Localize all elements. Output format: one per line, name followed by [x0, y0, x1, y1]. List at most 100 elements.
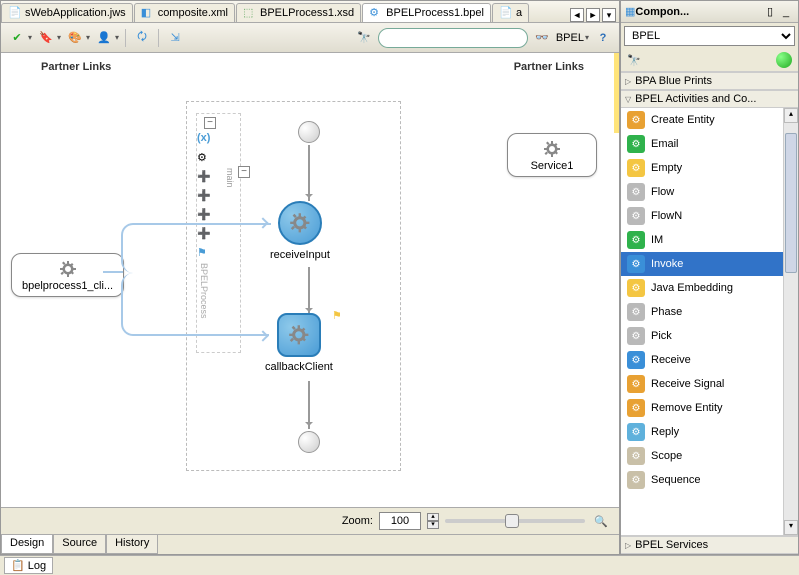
- gear-icon: [288, 324, 310, 346]
- zoom-fit-button[interactable]: 🔍: [591, 511, 611, 531]
- zoom-slider[interactable]: [445, 519, 585, 523]
- palette-item-label: Phase: [651, 306, 682, 318]
- tab-composite[interactable]: ◧composite.xml: [134, 3, 235, 22]
- palette-item-label: Receive Signal: [651, 378, 724, 390]
- activity-icon: ⚙: [627, 183, 645, 201]
- zoom-up-button[interactable]: ▴: [427, 513, 439, 521]
- palette-item-label: Invoke: [651, 258, 683, 270]
- deploy-button[interactable]: ⇲: [165, 28, 185, 48]
- palette-item[interactable]: ⚙IM: [621, 228, 783, 252]
- section-activities[interactable]: ▽BPEL Activities and Co...: [621, 90, 798, 108]
- palette-item[interactable]: ⚙Email: [621, 132, 783, 156]
- palette-item[interactable]: ⚙Reply: [621, 420, 783, 444]
- palette-item[interactable]: ⚙ Java Embedding: [621, 276, 783, 300]
- flag-icon: ⚑: [331, 309, 343, 323]
- palette-item[interactable]: ⚙FlowN: [621, 204, 783, 228]
- tab-design[interactable]: Design: [1, 535, 53, 554]
- section-services[interactable]: ▷BPEL Services: [621, 536, 798, 554]
- user-button[interactable]: 👤: [94, 28, 114, 48]
- zoom-down-button[interactable]: ▾: [427, 521, 439, 529]
- partner-wire: [103, 271, 123, 273]
- activity-icon: ⚙: [627, 159, 645, 177]
- partner-links-right-header: Partner Links: [514, 61, 584, 73]
- palette-item[interactable]: ⚙Scope: [621, 444, 783, 468]
- palette-item[interactable]: ⚙Sequence: [621, 468, 783, 492]
- sequence-arrow: [308, 267, 310, 315]
- zoom-input[interactable]: [379, 512, 421, 530]
- file-icon: 📄: [499, 6, 513, 20]
- activity-icon: ⚙: [627, 327, 645, 345]
- zoom-label: Zoom:: [342, 515, 373, 527]
- palette-item-label: Email: [651, 138, 679, 150]
- activity-icon: ⚙: [627, 303, 645, 321]
- tab-bpel[interactable]: ⚙BPELProcess1.bpel: [362, 3, 491, 22]
- start-node[interactable]: [298, 121, 320, 143]
- palette-item-label: Receive: [651, 354, 691, 366]
- log-tab[interactable]: 📋 Log: [4, 557, 53, 574]
- variable-icon[interactable]: (x): [197, 132, 213, 148]
- help-button[interactable]: ?: [593, 28, 613, 48]
- activity-callback[interactable]: ⚑ callbackClient: [265, 313, 333, 373]
- palette-find-icon[interactable]: 🔭: [627, 54, 641, 67]
- palette-item[interactable]: ⚙Pick: [621, 324, 783, 348]
- editor-view-tabs: Design Source History: [1, 534, 619, 554]
- binoculars-icon[interactable]: 🔭: [354, 28, 374, 48]
- tab-prev-button[interactable]: ◄: [570, 8, 584, 22]
- activity-receive[interactable]: receiveInput: [270, 201, 330, 261]
- log-bar: 📋 Log: [0, 555, 799, 575]
- palette-item[interactable]: ⚙Receive: [621, 348, 783, 372]
- palette-add-button[interactable]: [776, 52, 792, 68]
- activity-icon: ⚙: [627, 279, 645, 297]
- glasses-icon[interactable]: 👓: [532, 28, 552, 48]
- sequence-arrow: [308, 381, 310, 429]
- palette-item[interactable]: ⚙ Phase: [621, 300, 783, 324]
- scrollbar[interactable]: ▴ ▾: [783, 108, 798, 535]
- design-canvas[interactable]: Partner Links Partner Links bpelprocess1…: [1, 53, 619, 508]
- section-bpa[interactable]: ▷BPA Blue Prints: [621, 72, 798, 90]
- palette-item[interactable]: ⚙Invoke: [621, 252, 783, 276]
- palette-category-select[interactable]: BPEL: [624, 26, 795, 46]
- scroll-thumb[interactable]: [785, 133, 797, 273]
- palette-item[interactable]: ⚙Remove Entity: [621, 396, 783, 420]
- tab-next-button[interactable]: ►: [586, 8, 600, 22]
- tab-history[interactable]: History: [106, 535, 158, 554]
- activity-icon: ⚙: [627, 423, 645, 441]
- palette-item-label: FlowN: [651, 210, 682, 222]
- gear-icon: [543, 140, 561, 158]
- palette-item[interactable]: ⚙Empty: [621, 156, 783, 180]
- search-input[interactable]: [378, 28, 528, 48]
- gear-icon[interactable]: ⚙: [197, 151, 213, 167]
- palette-tab-button[interactable]: ▯: [762, 4, 778, 20]
- palette-item-label: Java Embedding: [651, 282, 733, 294]
- activity-icon: ⚙: [627, 447, 645, 465]
- palette-item[interactable]: ⚙Create Entity: [621, 108, 783, 132]
- tab-source[interactable]: Source: [53, 535, 106, 554]
- sequence-arrow: [308, 145, 310, 201]
- end-node[interactable]: [298, 431, 320, 453]
- bookmark-button[interactable]: 🔖: [36, 28, 56, 48]
- palette-item-label: Sequence: [651, 474, 701, 486]
- validate-button[interactable]: ✔: [7, 28, 27, 48]
- scroll-down-button[interactable]: ▾: [784, 520, 798, 535]
- add-button[interactable]: ➕: [197, 189, 213, 205]
- slider-thumb[interactable]: [505, 514, 519, 528]
- refresh-button[interactable]: 🗘: [132, 28, 152, 48]
- activity-label: receiveInput: [270, 249, 330, 261]
- add-button[interactable]: ➕: [197, 208, 213, 224]
- palette-item-label: Flow: [651, 186, 674, 198]
- tab-jws[interactable]: 📄sWebApplication.jws: [1, 3, 133, 22]
- palette-item[interactable]: ⚙ Flow: [621, 180, 783, 204]
- partner-link-service[interactable]: Service1: [507, 133, 597, 177]
- tab-list-button[interactable]: ▾: [602, 8, 616, 22]
- tab-a[interactable]: 📄a: [492, 3, 529, 22]
- palette-item[interactable]: ⚙Receive Signal: [621, 372, 783, 396]
- palette-button[interactable]: 🎨: [65, 28, 85, 48]
- add-button[interactable]: ➕: [197, 170, 213, 186]
- collapse-button[interactable]: −: [238, 166, 250, 178]
- log-icon: 📋: [11, 559, 25, 572]
- scroll-up-button[interactable]: ▴: [784, 108, 798, 123]
- minimize-button[interactable]: _: [778, 4, 794, 20]
- partner-link-client[interactable]: bpelprocess1_cli...: [11, 253, 124, 297]
- partner-links-left-header: Partner Links: [41, 61, 111, 73]
- tab-xsd[interactable]: ⬚BPELProcess1.xsd: [236, 3, 361, 22]
